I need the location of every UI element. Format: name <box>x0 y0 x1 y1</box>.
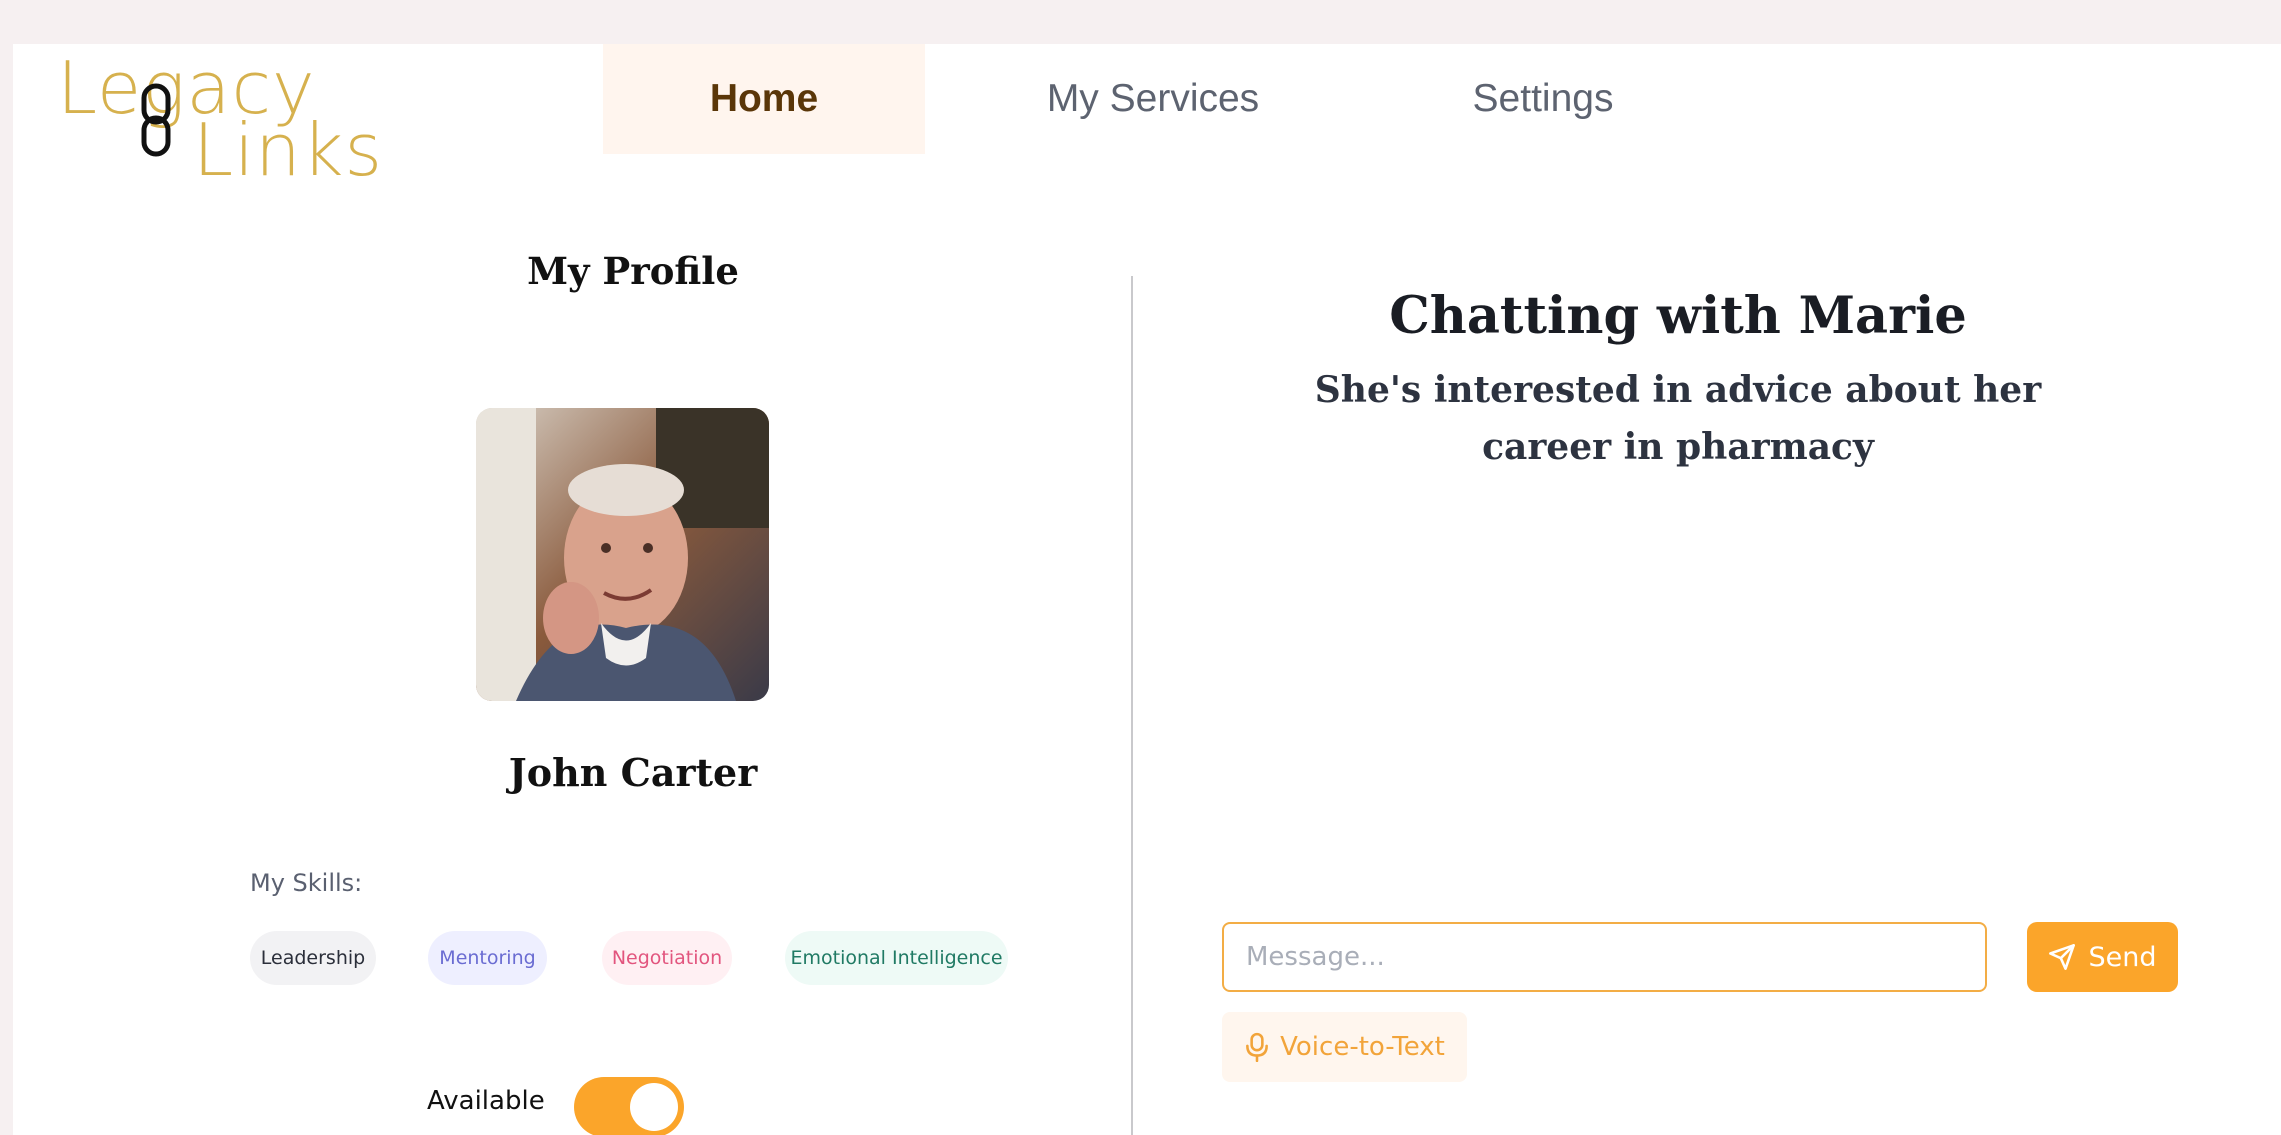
chat-subtitle: She's interested in advice about her car… <box>1314 369 2042 468</box>
paper-plane-icon <box>2049 944 2076 970</box>
microphone-icon <box>1246 1032 1269 1062</box>
tab-home-label: Home <box>709 77 819 120</box>
chat-title: Chatting with Marie <box>1389 286 1967 346</box>
link-icon <box>141 83 171 157</box>
voice-to-text-label: Voice-to-Text <box>1280 1032 1445 1062</box>
send-button[interactable]: Send <box>2027 922 2178 992</box>
tab-settings[interactable]: Settings <box>1423 44 1663 154</box>
profile-name: John Carter <box>508 750 758 795</box>
panel-divider <box>1131 276 1133 1135</box>
send-button-label: Send <box>2088 941 2157 973</box>
avatar-photo <box>476 408 769 701</box>
brand-line-2: Links <box>193 108 383 192</box>
brand-logo[interactable]: Legacy Links <box>57 52 382 192</box>
available-toggle[interactable] <box>574 1077 684 1135</box>
tab-settings-label: Settings <box>1472 77 1614 120</box>
profile-title: My Profile <box>527 249 739 293</box>
app-window: Legacy Links Home My Services Settings M… <box>13 44 2281 1135</box>
tab-my-services-label: My Services <box>1046 77 1260 120</box>
skill-chip-leadership: Leadership <box>250 931 376 985</box>
voice-to-text-button[interactable]: Voice-to-Text <box>1222 1012 1467 1082</box>
skill-chip-emotional-intelligence: Emotional Intelligence <box>785 931 1008 985</box>
skill-chip-mentoring: Mentoring <box>428 931 547 985</box>
profile-avatar <box>476 408 769 701</box>
toggle-knob <box>630 1083 678 1131</box>
skill-chip-negotiation: Negotiation <box>602 931 732 985</box>
skills-label: My Skills: <box>250 869 363 897</box>
message-input[interactable] <box>1222 922 1987 992</box>
tab-home[interactable]: Home <box>603 44 925 154</box>
tab-my-services[interactable]: My Services <box>1008 44 1298 154</box>
available-label: Available <box>427 1086 545 1116</box>
